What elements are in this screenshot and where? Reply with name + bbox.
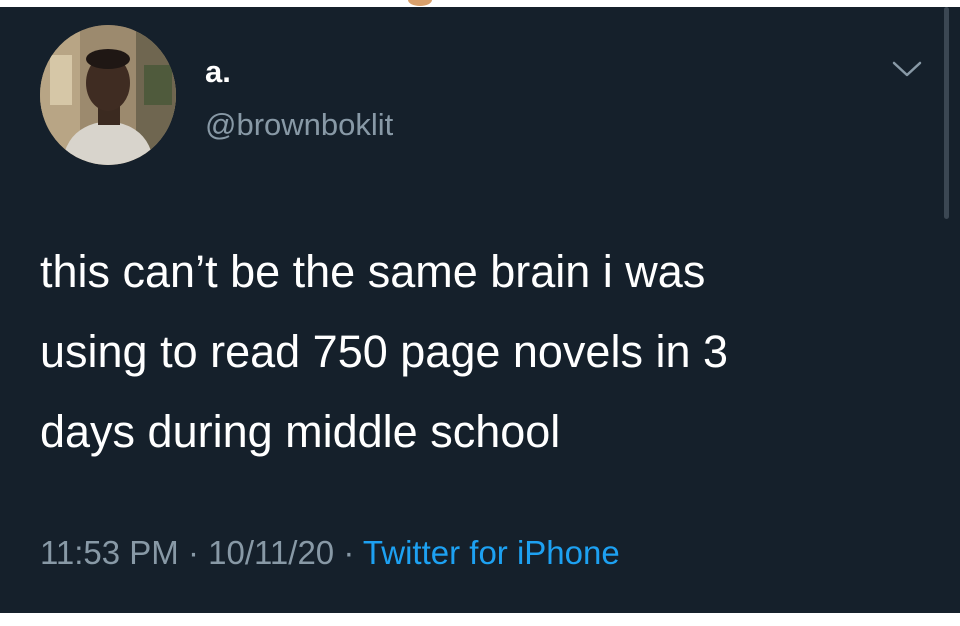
chevron-down-icon[interactable] bbox=[890, 57, 924, 81]
scrollbar[interactable] bbox=[944, 7, 949, 219]
tweet-text-line-1: this can’t be the same brain i was bbox=[40, 246, 706, 297]
tweet-text-line-3: days during middle school bbox=[40, 406, 561, 457]
display-name[interactable]: a. bbox=[205, 54, 231, 90]
avatar-photo bbox=[40, 25, 176, 165]
top-strip bbox=[0, 0, 960, 7]
tweet-time[interactable]: 11:53 PM bbox=[40, 534, 179, 571]
partial-avatar-edge bbox=[408, 0, 432, 6]
meta-separator: · bbox=[343, 534, 355, 571]
meta-separator: · bbox=[187, 534, 199, 571]
tweet-meta: 11:53 PM · 10/11/20 · Twitter for iPhone bbox=[40, 533, 620, 573]
tweet-text-line-2: using to read 750 page novels in 3 bbox=[40, 326, 729, 377]
tweet-card: a. @brownboklit this can’t be the same b… bbox=[0, 7, 960, 613]
tweet-source-link[interactable]: Twitter for iPhone bbox=[363, 534, 620, 571]
tweet-date[interactable]: 10/11/20 bbox=[208, 534, 334, 571]
bottom-strip bbox=[0, 613, 960, 626]
handle[interactable]: @brownboklit bbox=[205, 107, 393, 143]
avatar[interactable] bbox=[40, 25, 176, 165]
